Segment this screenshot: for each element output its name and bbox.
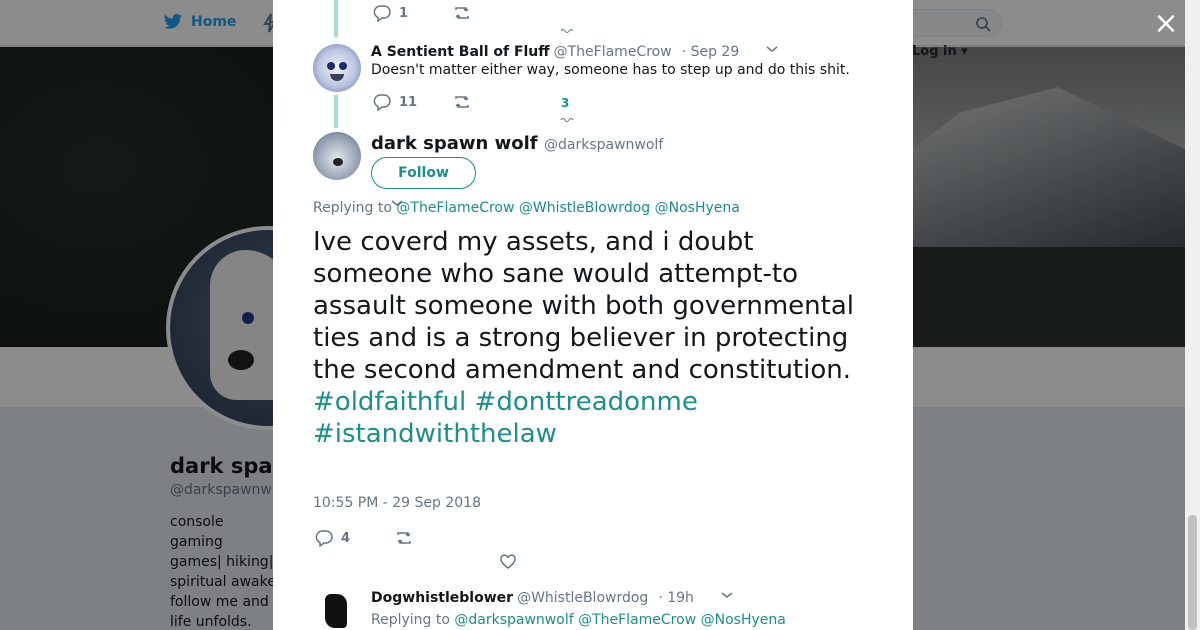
thread-line — [334, 0, 338, 37]
reply-icon — [373, 94, 391, 111]
retweet-icon — [455, 7, 469, 19]
mention-link[interactable]: @darkspawnwolf — [454, 612, 573, 628]
author-handle[interactable]: @TheFlameCrow — [554, 44, 672, 60]
thread-line — [334, 95, 338, 128]
follow-button[interactable]: Follow — [371, 157, 476, 189]
tweet-text: Doesn't matter either way, someone has t… — [371, 62, 850, 78]
more-icon — [560, 29, 574, 33]
like-count[interactable]: 3 — [561, 96, 569, 110]
mention-link[interactable]: @NosHyena — [655, 200, 740, 216]
tweet-date[interactable]: · Sep 29 — [682, 44, 740, 60]
retweet-action[interactable] — [395, 529, 413, 547]
login-link[interactable]: Log in ▾ — [912, 44, 968, 59]
mention-link[interactable]: @WhistleBlowrdog — [519, 200, 650, 216]
retweet-action[interactable] — [453, 93, 471, 111]
reply-icon — [373, 5, 391, 22]
mention-link[interactable]: @NosHyena — [701, 612, 786, 628]
hashtag-link[interactable]: #istandwiththelaw — [313, 419, 557, 449]
reply-icon — [315, 530, 333, 547]
scrollbar[interactable] — [1185, 0, 1200, 630]
heart-icon[interactable] — [499, 553, 517, 571]
reply-action[interactable]: 11 — [373, 93, 417, 111]
author-handle[interactable]: @WhistleBlowrdog — [517, 590, 648, 606]
author-name[interactable]: A Sentient Ball of Fluff — [371, 44, 550, 60]
tweet-header: Dogwhistleblower @WhistleBlowrdog · 19h — [371, 588, 734, 606]
hashtag-link[interactable]: #oldfaithful — [313, 387, 466, 417]
reply-count: 4 — [341, 530, 351, 546]
replying-to: Replying to @darkspawnwolf @TheFlameCrow… — [371, 612, 786, 628]
avatar[interactable] — [313, 588, 361, 630]
mention-link[interactable]: @TheFlameCrow — [396, 200, 514, 216]
replying-to: Replying to @TheFlameCrow @WhistleBlowrd… — [313, 200, 740, 216]
chevron-down-icon[interactable] — [765, 42, 779, 56]
more-icon — [560, 118, 574, 122]
scrollbar-thumb[interactable] — [1188, 515, 1197, 630]
tweet-date[interactable]: · 19h — [658, 590, 694, 606]
mention-link[interactable]: @TheFlameCrow — [578, 612, 696, 628]
tweet-modal: 1 A Sentient Ball of Fluff @TheFlameCrow… — [273, 0, 913, 630]
close-icon[interactable]: × — [1152, 9, 1180, 39]
avatar[interactable] — [313, 132, 361, 180]
avatar[interactable] — [313, 44, 361, 92]
tweet-text: Ive coverd my assets, and i doubt someon… — [313, 226, 873, 450]
replying-label: Replying to — [371, 612, 450, 628]
tweet-body: Ive coverd my assets, and i doubt someon… — [313, 227, 854, 385]
author-name[interactable]: Dogwhistleblower — [371, 590, 513, 606]
author-handle[interactable]: @darkspawnwolf — [544, 137, 663, 153]
chevron-down-icon[interactable] — [720, 588, 734, 602]
retweet-icon — [397, 532, 411, 544]
reply-count: 11 — [399, 94, 418, 110]
retweet-icon — [455, 96, 469, 108]
reply-action[interactable]: 4 — [315, 529, 350, 547]
retweet-action[interactable] — [453, 4, 471, 22]
tweet-header: A Sentient Ball of Fluff @TheFlameCrow ·… — [371, 42, 779, 60]
hashtag-link[interactable]: #donttreadonme — [475, 387, 698, 417]
reply-count: 1 — [399, 5, 409, 21]
author-name[interactable]: dark spawn wolf — [371, 133, 538, 154]
tweet-timestamp[interactable]: 10:55 PM - 29 Sep 2018 — [313, 495, 481, 511]
replying-label: Replying to — [313, 200, 392, 216]
reply-action[interactable]: 1 — [373, 4, 408, 22]
